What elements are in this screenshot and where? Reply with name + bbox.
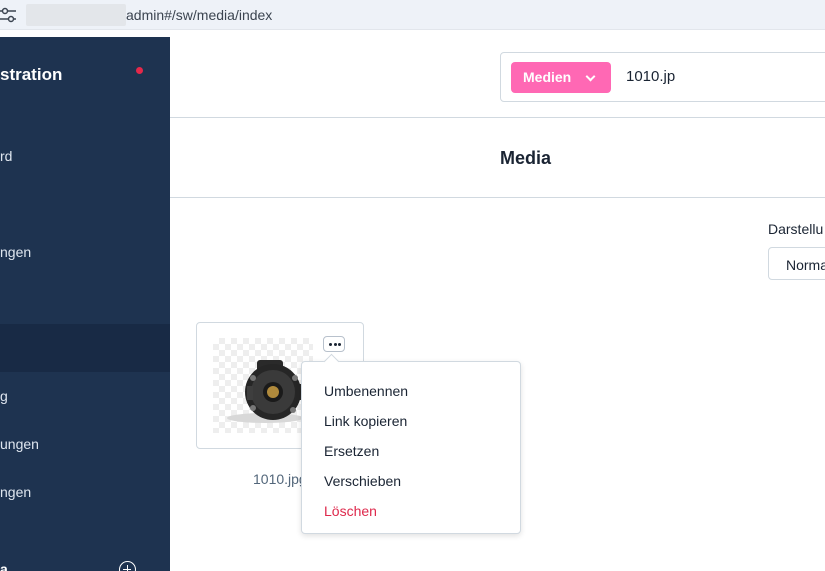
sidebar-item-active[interactable] [0,324,170,372]
url-host-redacted [26,4,126,26]
menu-item-move[interactable]: Verschieben [324,473,401,489]
divider [170,117,825,118]
menu-item-copy-link[interactable]: Link kopieren [324,413,407,429]
page-title: Media [500,148,552,168]
search-type-label: Medien [523,69,572,85]
browser-address-bar[interactable]: admin#/sw/media/index [0,0,825,30]
sidebar-section-label: a [0,561,8,571]
view-mode-label: Darstellu [768,221,824,237]
menu-item-replace[interactable]: Ersetzen [324,443,379,459]
media-filename: 1010.jpg [253,471,307,487]
sidebar-item-6[interactable]: ngen [0,484,31,500]
menu-item-rename[interactable]: Umbenennen [324,383,408,399]
search-type-dropdown[interactable]: Medien [511,62,611,93]
sidebar-item-5[interactable]: ungen [0,436,39,452]
pump-image [227,360,307,423]
sidebar-item-4[interactable]: g [0,388,8,404]
search-input[interactable]: 1010.jp [626,68,675,85]
notification-dot [136,67,143,74]
sidebar: stration rd ngen g ungen ngen a [0,37,170,571]
media-thumbnail[interactable] [213,338,313,433]
sidebar-title: stration [0,65,63,84]
view-mode-select[interactable]: Norma [768,247,825,280]
menu-item-delete[interactable]: Löschen [324,503,377,519]
divider [170,197,825,198]
more-options-button[interactable] [323,336,345,352]
url-path: admin#/sw/media/index [126,7,273,23]
add-circle-icon[interactable] [119,561,136,571]
chevron-down-icon [585,71,596,82]
sidebar-item-2[interactable]: ngen [0,244,31,260]
global-search[interactable]: Medien 1010.jp [500,52,825,102]
site-settings-icon[interactable] [0,7,16,23]
context-menu: Umbenennen Link kopieren Ersetzen Versch… [301,361,521,534]
sidebar-item-dashboard[interactable]: rd [0,148,12,164]
view-mode-value: Norma [786,257,825,273]
